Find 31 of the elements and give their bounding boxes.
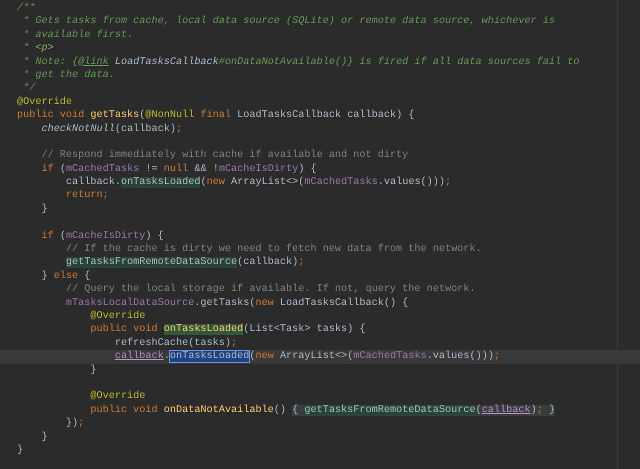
code-line: // Respond immediately with cache if available and not dirty [41,149,408,163]
code-line: public void onTasksLoaded(List<Task> tasks) { [90,323,366,337]
code-line: */ [23,82,36,96]
code-line: } [90,364,96,377]
code-line: refreshCache(tasks); [114,336,238,350]
code-line: public void getTasks(@NonNull final LoadTasksCallback callback) { [17,109,414,123]
code-line: } [41,202,48,216]
code-line: * Note: {@link LoadTasksCallback#onDataNotAvailable()} is fired if all data sources fail to [23,56,580,69]
code-line: mTasksLocalDataSource.getTasks(new LoadTasksCallback() { [66,296,408,310]
code-line: return; [66,189,109,203]
code-line: * available first. [23,28,134,42]
code-line: callback.onTasksLoaded(new ArrayList<>(mCachedTasks.values())); [114,350,500,364]
code-line: * <p> [23,42,54,56]
code-line: // If the cache is dirty we need to fetch new data from the network. [66,243,482,256]
code-line: public void onDataNotAvailable() { getTasksFromRemoteDataSource(callback); } [90,404,556,418]
code-line: * get the data. [23,68,115,82]
code-line: } [17,444,24,458]
code-line: } [41,430,48,444]
code-line: @Override [90,390,146,404]
code-line: /** [17,2,36,16]
code-line: // Query the local storage if available. If not, query the network. [66,283,476,297]
code-line: callback.onTasksLoaded(new ArrayList<>(mCachedTasks.values())); [66,176,452,190]
code-line: @Override [17,96,72,110]
code-line: * Gets tasks from cache, local data source (SQLite) or remote data source, whichever is [23,15,555,29]
code-line: if (mCachedTasks != null && !mCacheIsDirty) { [41,162,317,176]
code-line: @Override [90,310,146,324]
code-line: checkNotNull(callback); [41,122,182,136]
code-line: }); [66,417,84,430]
code-line: getTasksFromRemoteDataSource(callback); [66,256,304,270]
code-line: } else { [41,270,90,284]
code-line: if (mCacheIsDirty) { [41,230,164,244]
